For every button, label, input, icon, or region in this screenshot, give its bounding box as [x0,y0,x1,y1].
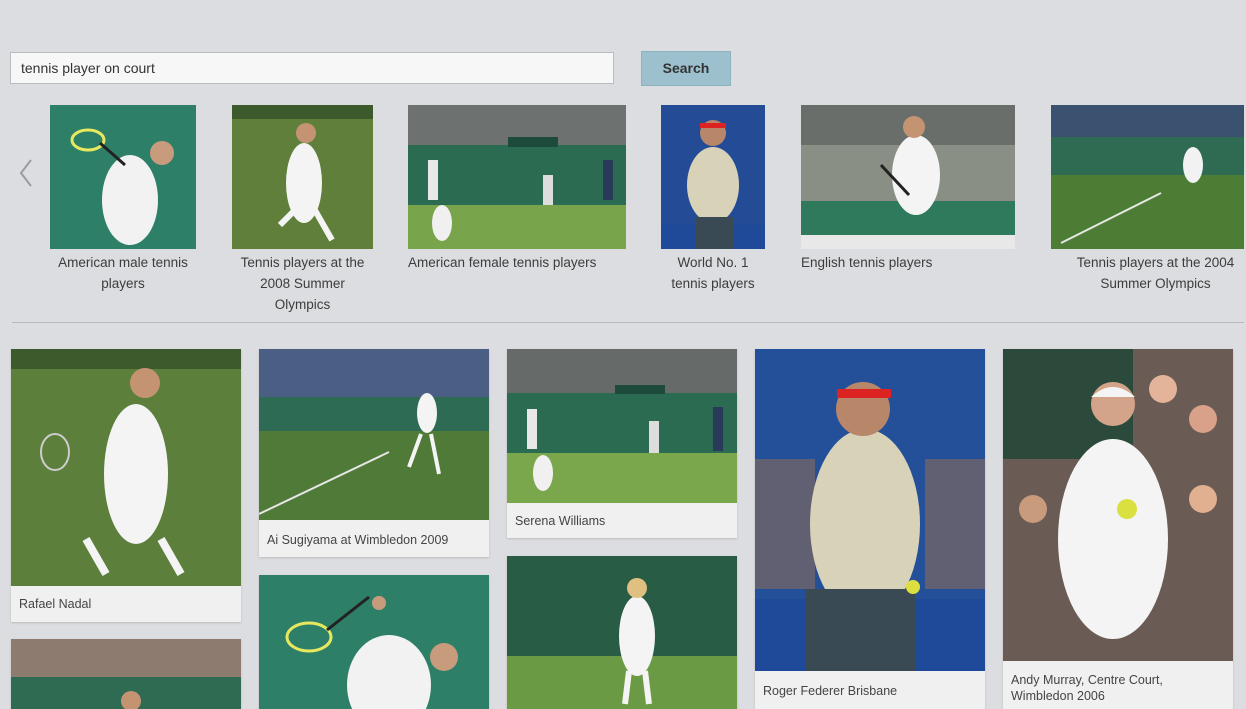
category-thumbnail[interactable] [801,105,1015,249]
result-card[interactable] [11,639,241,709]
category-caption: 2008 Summer [260,276,345,291]
result-image[interactable] [507,556,737,709]
category-thumbnail[interactable] [232,105,373,249]
result-label: Andy Murray, Centre Court, [1011,673,1163,687]
category-caption: Summer Olympics [1100,276,1211,291]
result-card[interactable]: Serena Williams [507,349,737,538]
category-thumbnail[interactable] [661,105,765,249]
category-caption: American female tennis players [408,255,597,270]
result-label: Serena Williams [515,514,606,528]
result-image[interactable] [11,349,241,586]
category-thumbnail[interactable] [50,105,196,249]
category-caption: players [101,276,145,291]
category-caption: Tennis players at the [240,255,365,270]
result-card[interactable]: Ai Sugiyama at Wimbledon 2009 [259,349,489,557]
result-image[interactable] [507,349,737,503]
category-caption: tennis players [671,276,755,291]
result-card[interactable]: Roger Federer Brisbane [755,349,985,709]
result-label: Roger Federer Brisbane [763,684,898,698]
category-caption: English tennis players [801,255,933,270]
category-caption: American male tennis [58,255,188,270]
category-caption: World No. 1 [677,255,749,270]
result-label: Rafael Nadal [19,597,92,611]
search-input[interactable]: tennis player on court [10,52,614,84]
chevron-left-icon [18,158,34,188]
category-thumbnail[interactable] [1051,105,1244,249]
result-image[interactable] [1003,349,1233,661]
result-card[interactable] [259,575,489,709]
result-image[interactable] [11,639,241,709]
result-image[interactable] [755,349,985,671]
section-divider [12,322,1244,323]
result-card[interactable]: Rafael Nadal [11,349,241,622]
category-caption: Tennis players at the 2004 [1076,255,1235,270]
carousel-prev-button[interactable] [14,155,38,191]
result-card[interactable]: Andy Murray, Centre Court, Wimbledon 200… [1003,349,1233,709]
result-image[interactable] [259,349,489,520]
search-button[interactable]: Search [641,51,731,86]
category-caption: Olympics [274,297,331,312]
category-thumbnail[interactable] [408,105,626,249]
result-label: Ai Sugiyama at Wimbledon 2009 [267,533,449,547]
result-image[interactable] [259,575,489,709]
result-card[interactable] [507,556,737,709]
